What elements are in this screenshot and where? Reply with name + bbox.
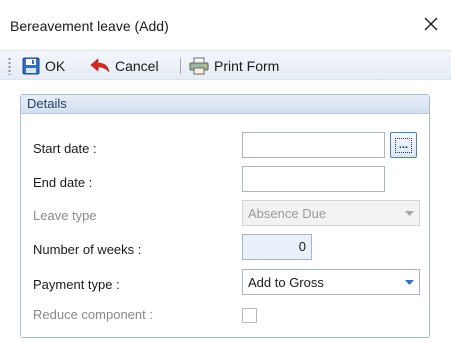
toolbar-separator bbox=[180, 58, 181, 74]
print-form-button[interactable]: Print Form bbox=[189, 55, 279, 77]
chevron-down-icon[interactable] bbox=[399, 270, 419, 294]
ellipsis-label: ... bbox=[394, 137, 413, 153]
reduce-component-label: Reduce component : bbox=[33, 307, 153, 322]
details-header: Details bbox=[21, 95, 429, 114]
payment-type-value: Add to Gross bbox=[248, 274, 324, 290]
weeks-value: 0 bbox=[242, 234, 312, 260]
end-date-input[interactable] bbox=[243, 167, 384, 191]
save-icon bbox=[22, 57, 40, 75]
cancel-label: Cancel bbox=[115, 58, 159, 74]
cancel-button[interactable]: Cancel bbox=[90, 55, 159, 77]
undo-arrow-icon bbox=[90, 58, 110, 73]
ok-button[interactable]: OK bbox=[22, 55, 65, 77]
payment-type-label: Payment type : bbox=[33, 277, 120, 292]
date-picker-button[interactable]: ... bbox=[390, 132, 417, 158]
end-date-field[interactable] bbox=[242, 166, 385, 192]
weeks-label: Number of weeks : bbox=[33, 242, 142, 257]
reduce-component-checkbox bbox=[242, 308, 257, 323]
toolbar: OK Cancel Print Form bbox=[0, 50, 451, 80]
window-title: Bereavement leave (Add) bbox=[10, 18, 169, 34]
ok-label: OK bbox=[45, 58, 66, 74]
toolbar-grip[interactable] bbox=[8, 57, 11, 75]
start-date-input[interactable] bbox=[243, 133, 384, 157]
start-date-field[interactable] bbox=[242, 132, 385, 158]
close-icon bbox=[424, 17, 438, 31]
payment-type-select[interactable]: Add to Gross bbox=[242, 269, 420, 295]
leave-type-select: Absence Due bbox=[242, 200, 420, 226]
close-button[interactable] bbox=[417, 10, 445, 38]
chevron-down-icon bbox=[399, 201, 419, 225]
end-date-label: End date : bbox=[33, 175, 93, 190]
leave-type-label: Leave type bbox=[33, 208, 97, 223]
details-panel: Details Start date : ... End date : Leav… bbox=[20, 94, 430, 338]
title-bar: Bereavement leave (Add) bbox=[0, 0, 451, 44]
start-date-label: Start date : bbox=[33, 141, 97, 156]
print-icon bbox=[189, 57, 209, 75]
print-form-label: Print Form bbox=[214, 58, 280, 74]
leave-type-value: Absence Due bbox=[248, 205, 327, 221]
